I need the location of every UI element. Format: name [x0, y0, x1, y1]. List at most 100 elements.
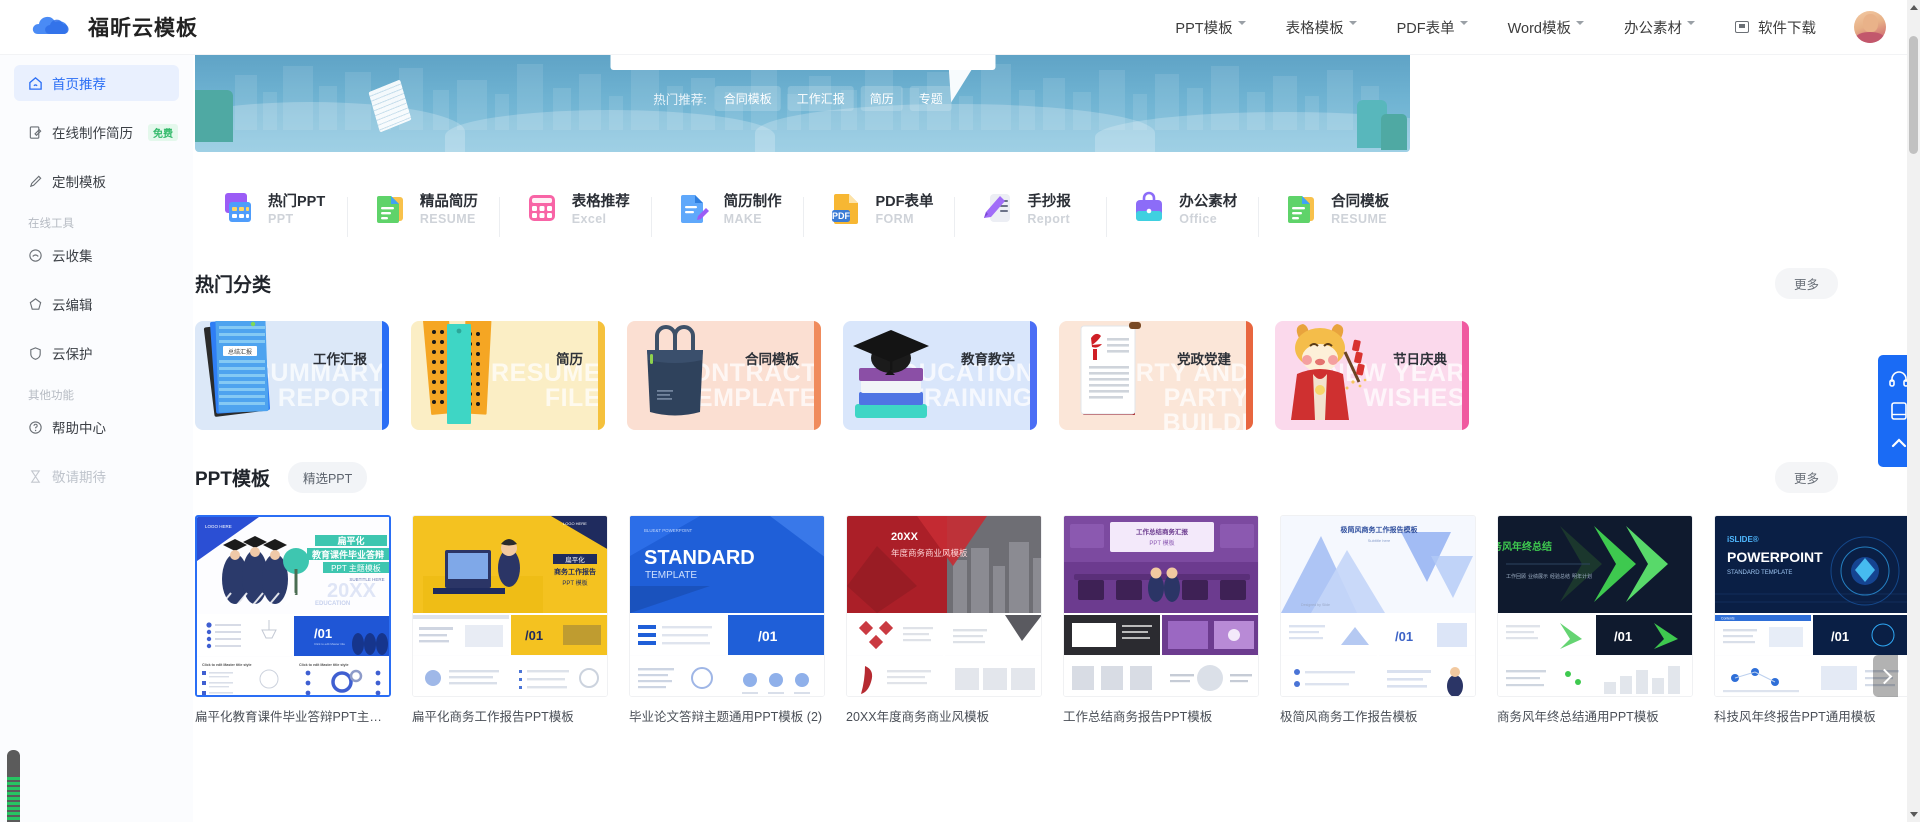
quick-link-pdf-form[interactable]: PDF PDF表单 FORM	[802, 189, 955, 237]
quick-link-handwritten-report[interactable]: 手抄报 Report	[954, 189, 1106, 237]
ppt-card-title: 科技风年终报告PPT通用模板	[1714, 710, 1876, 724]
ppt-card-title: 20XX年度商务商业风模板	[846, 710, 990, 724]
report-stack-art: 总结汇报	[195, 321, 297, 430]
ppt-card-title: 商务风年终总结通用PPT模板	[1497, 710, 1659, 724]
nav-item-table[interactable]: 表格模板	[1266, 17, 1377, 38]
vertical-scrollbar[interactable]	[1907, 0, 1920, 822]
hot-categories-more-button[interactable]: 更多	[1774, 268, 1838, 299]
svg-text:工作回顾: 工作回顾	[1506, 573, 1526, 580]
svg-text:Subtitle here: Subtitle here	[1368, 538, 1391, 543]
ppt-mini-slide: /01	[728, 615, 824, 656]
sidebar-item-label: 帮助中心	[52, 421, 106, 436]
carousel-next-arrow-icon[interactable]	[1873, 655, 1898, 697]
chevron-down-icon	[1459, 21, 1468, 29]
ppt-mini-slide	[1596, 657, 1692, 696]
hot-tag-topic[interactable]: 专题	[909, 86, 952, 111]
ppt-mini-slide: Contents	[1715, 615, 1811, 656]
ox-mascot-art	[1275, 321, 1377, 430]
hero-banner: 热门推荐: 合同模板 工作汇报 简历 专题	[195, 55, 1410, 152]
sidebar-item-cloud-protect[interactable]: 云保护	[14, 335, 179, 371]
section-title: PPT模板	[195, 469, 270, 490]
svg-text:POWERPOINT: POWERPOINT	[1727, 549, 1823, 565]
ppt-card[interactable]: BLUE&T POWERPOINT STANDARD TEMPLATE /01	[629, 515, 825, 725]
ppt-filter-chip[interactable]: 精选PPT	[287, 462, 368, 493]
category-card-work-report[interactable]: SUMMARY REPORT 总结汇报 工作汇报	[195, 321, 389, 430]
contract-icon	[1282, 189, 1320, 227]
brand[interactable]: 福昕云模板	[30, 12, 198, 42]
sidebar-item-cloud-edit[interactable]: 云编辑	[14, 286, 179, 322]
sidebar-group-online-tools: 在线工具	[28, 218, 74, 230]
quick-link-sub: RESUME	[419, 212, 476, 226]
nav-item-word[interactable]: Word模板	[1488, 17, 1604, 38]
quick-link-resume[interactable]: 精品简历 RESUME	[346, 189, 499, 237]
ppt-mini-slide	[511, 657, 607, 696]
sidebar-item-home[interactable]: 首页推荐	[14, 65, 179, 101]
sidebar-item-custom-template[interactable]: 定制模板	[14, 163, 179, 199]
ppt-mini-slide: Click to edit Master title style	[197, 658, 292, 695]
hot-tag-work-report[interactable]: 工作汇报	[787, 86, 854, 111]
ppt-mini-slide	[413, 657, 509, 696]
avatar[interactable]	[1854, 11, 1886, 43]
nav-item-ppt[interactable]: PPT模板	[1155, 17, 1265, 38]
quick-link-title: 合同模板	[1331, 194, 1390, 210]
category-card-contract[interactable]: CONTRACT TEMPLATE 合同模板	[627, 321, 821, 430]
scroll-up-arrow-icon[interactable]	[1907, 0, 1920, 15]
sidebar-item-cloud-collect[interactable]: 云收集	[14, 237, 179, 273]
sidebar-item-label: 在线制作简历	[52, 126, 133, 141]
ppt-mini-slide	[630, 657, 726, 696]
ppt-more-button[interactable]: 更多	[1774, 462, 1838, 493]
quick-link-table[interactable]: 表格推荐 Excel	[498, 189, 651, 237]
svg-text:LOGO HERE: LOGO HERE	[563, 521, 587, 526]
ppt-card[interactable]: 20XX 年度商务商业风模板 20XX年度商务商业风模板	[846, 515, 1042, 725]
shield-icon	[28, 346, 43, 361]
quick-link-resume-make[interactable]: 简历制作 MAKE	[650, 189, 803, 237]
category-edge	[598, 321, 605, 430]
quick-link-title: PDF表单	[875, 194, 934, 210]
quick-link-hot-ppt[interactable]: 热门PPT PPT	[195, 189, 347, 227]
category-edge	[1246, 321, 1253, 430]
hot-tag-resume[interactable]: 简历	[860, 86, 903, 111]
quick-link-office-material[interactable]: 办公素材 Office	[1106, 189, 1258, 237]
ppt-card[interactable]: LOGO HERE 扁平化 商务工作报告 PPT 模板 /01 扁平化商务工作报…	[412, 515, 608, 725]
sidebar-group-other: 其他功能	[28, 390, 74, 402]
ppt-mini-slide	[630, 615, 726, 656]
quick-link-contract-template[interactable]: 合同模板 RESUME	[1258, 189, 1410, 237]
category-card-party[interactable]: PARTY AND PARTY BUILDI 党政党建	[1059, 321, 1253, 430]
ppt-mini-slide	[1281, 657, 1377, 696]
party-doc-art	[1059, 321, 1161, 430]
sidebar-item-online-resume[interactable]: 在线制作简历 免费	[14, 114, 179, 150]
sidebar-item-label: 定制模板	[52, 175, 106, 190]
ppt-card[interactable]: 工作总结商务汇报 PPT 模板 工作总结商务报告PPT模板	[1063, 515, 1259, 725]
pen-icon	[28, 174, 43, 189]
ppt-card[interactable]: 商务风年终总结 工作回顾 业绩展示 经验总结 明年计划	[1497, 515, 1693, 725]
resume-doc-icon	[371, 189, 409, 227]
svg-text:20XX: 20XX	[891, 531, 919, 543]
nav-item-pdf[interactable]: PDF表单	[1377, 17, 1488, 38]
svg-text:扁平化: 扁平化	[565, 555, 585, 564]
cloud-edit-icon	[28, 297, 43, 312]
quick-link-title: 简历制作	[723, 194, 782, 210]
hot-recommend-row: 热门推荐: 合同模板 工作汇报 简历 专题	[653, 86, 952, 111]
ppt-mini-slide	[413, 615, 509, 656]
ppt-card[interactable]: LOGO HERE 扁平化 教育课件毕业答辩 PPT 主题模板 SUBTITLE…	[195, 515, 391, 725]
quick-link-title: 精品简历	[419, 194, 478, 210]
svg-text:业绩展示: 业绩展示	[1528, 573, 1548, 580]
category-card-education[interactable]: EDUCATION TRAINING 教育教学	[843, 321, 1037, 430]
cloud-collect-icon	[28, 248, 43, 263]
category-card-resume[interactable]: RESUME FILE 简历	[411, 321, 605, 430]
search-box-cropped[interactable]	[610, 55, 995, 70]
ppt-mini-slide: /01 Click to edit Master title	[294, 616, 389, 657]
quick-link-sub: Office	[1179, 212, 1218, 226]
sidebar-item-help-center[interactable]: 帮助中心	[14, 409, 179, 445]
hot-tag-contract[interactable]: 合同模板	[714, 86, 781, 111]
scroll-down-arrow-icon[interactable]	[1907, 807, 1920, 822]
scrollbar-thumb[interactable]	[1909, 36, 1918, 154]
ppt-card[interactable]: 极简风商务工作报告模板 Subtitle here Designed by Sl…	[1280, 515, 1476, 725]
nav-item-office[interactable]: 办公素材	[1604, 17, 1715, 38]
nav-label: 软件下载	[1758, 20, 1816, 37]
nav-item-software-download[interactable]: 软件下载	[1715, 17, 1836, 38]
category-card-festival[interactable]: NEW YEAR WISHES	[1275, 321, 1469, 430]
